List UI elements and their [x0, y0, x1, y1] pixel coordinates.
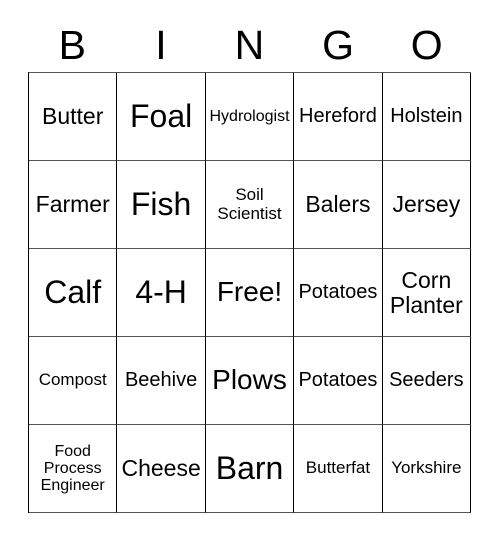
bingo-grid: Butter Foal Hydrologist Hereford Holstei… [28, 72, 472, 513]
bingo-cell-label: Balers [305, 191, 371, 218]
bingo-cell-label: Fish [130, 186, 192, 223]
bingo-cell[interactable]: Calf [29, 249, 118, 337]
header-letter-b: B [58, 21, 86, 68]
bingo-cell-label: Hydrologist [209, 107, 290, 125]
header-letter-n: N [234, 21, 265, 68]
bingo-cell[interactable]: Potatoes [294, 337, 383, 425]
bingo-cell-label: Foal [129, 98, 193, 135]
bingo-cell-label: Food Process Engineer [40, 442, 105, 495]
bingo-cell[interactable]: Farmer [29, 161, 118, 249]
bingo-header-row: B I N G O [28, 18, 471, 72]
bingo-cell[interactable]: Cheese [117, 425, 206, 513]
bingo-cell[interactable]: Corn Planter [382, 249, 472, 337]
bingo-cell[interactable]: Holstein [382, 73, 472, 161]
bingo-cell[interactable]: Compost [29, 337, 118, 425]
bingo-cell-label: Butterfat [305, 458, 371, 478]
bingo-cell-label: Plows [212, 364, 287, 396]
bingo-cell-label: Compost [38, 370, 107, 390]
bingo-cell[interactable]: Food Process Engineer [29, 425, 118, 513]
bingo-cell-label: Free! [216, 276, 283, 308]
bingo-cell[interactable]: Butterfat [294, 425, 383, 513]
bingo-cell[interactable]: Yorkshire [382, 425, 472, 513]
bingo-cell-label: Calf [44, 274, 102, 311]
bingo-cell-label: Beehive [124, 368, 198, 391]
bingo-cell[interactable]: Soil Scientist [205, 161, 295, 249]
bingo-row: Calf 4-H Free! Potatoes Corn Planter [29, 249, 472, 337]
bingo-card: B I N G O Butter Foal Hydrologist Herefo… [0, 0, 500, 544]
bingo-cell[interactable]: Hydrologist [205, 73, 295, 161]
bingo-row: Compost Beehive Plows Potatoes Seeders [29, 337, 472, 425]
bingo-row: Food Process Engineer Cheese Barn Butter… [29, 425, 472, 513]
header-letter-o: O [410, 21, 443, 68]
bingo-cell-label: Cheese [121, 455, 201, 482]
bingo-cell-label: 4-H [135, 274, 187, 311]
bingo-cell-label: Corn Planter [389, 266, 463, 318]
bingo-cell[interactable]: Fish [117, 161, 206, 249]
bingo-cell[interactable]: 4-H [117, 249, 206, 337]
bingo-cell-label: Soil Scientist [217, 185, 282, 223]
bingo-cell[interactable]: Hereford [294, 73, 383, 161]
header-letter-i: I [155, 21, 167, 68]
bingo-cell-label: Potatoes [298, 368, 378, 391]
bingo-cell[interactable]: Beehive [117, 337, 206, 425]
bingo-row: Butter Foal Hydrologist Hereford Holstei… [29, 73, 472, 161]
bingo-cell-label: Barn [215, 450, 284, 487]
bingo-cell-label: Farmer [35, 191, 110, 218]
bingo-cell[interactable]: Butter [29, 73, 118, 161]
bingo-row: Farmer Fish Soil Scientist Balers Jersey [29, 161, 472, 249]
bingo-cell-label: Yorkshire [391, 458, 462, 478]
bingo-cell-label: Hereford [299, 104, 377, 127]
bingo-cell-label: Seeders [389, 368, 464, 391]
bingo-cell-free[interactable]: Free! [205, 249, 295, 337]
bingo-cell[interactable]: Potatoes [294, 249, 383, 337]
bingo-cell[interactable]: Seeders [382, 337, 472, 425]
bingo-cell[interactable]: Foal [117, 73, 206, 161]
header-letter-g: G [322, 21, 355, 68]
bingo-cell[interactable]: Balers [294, 161, 383, 249]
bingo-cell[interactable]: Plows [205, 337, 295, 425]
bingo-cell[interactable]: Jersey [382, 161, 472, 249]
bingo-cell-label: Holstein [390, 104, 463, 127]
bingo-cell-label: Potatoes [298, 280, 378, 303]
bingo-cell-label: Butter [42, 103, 104, 130]
bingo-cell[interactable]: Barn [205, 425, 295, 513]
bingo-cell-label: Jersey [392, 191, 461, 218]
